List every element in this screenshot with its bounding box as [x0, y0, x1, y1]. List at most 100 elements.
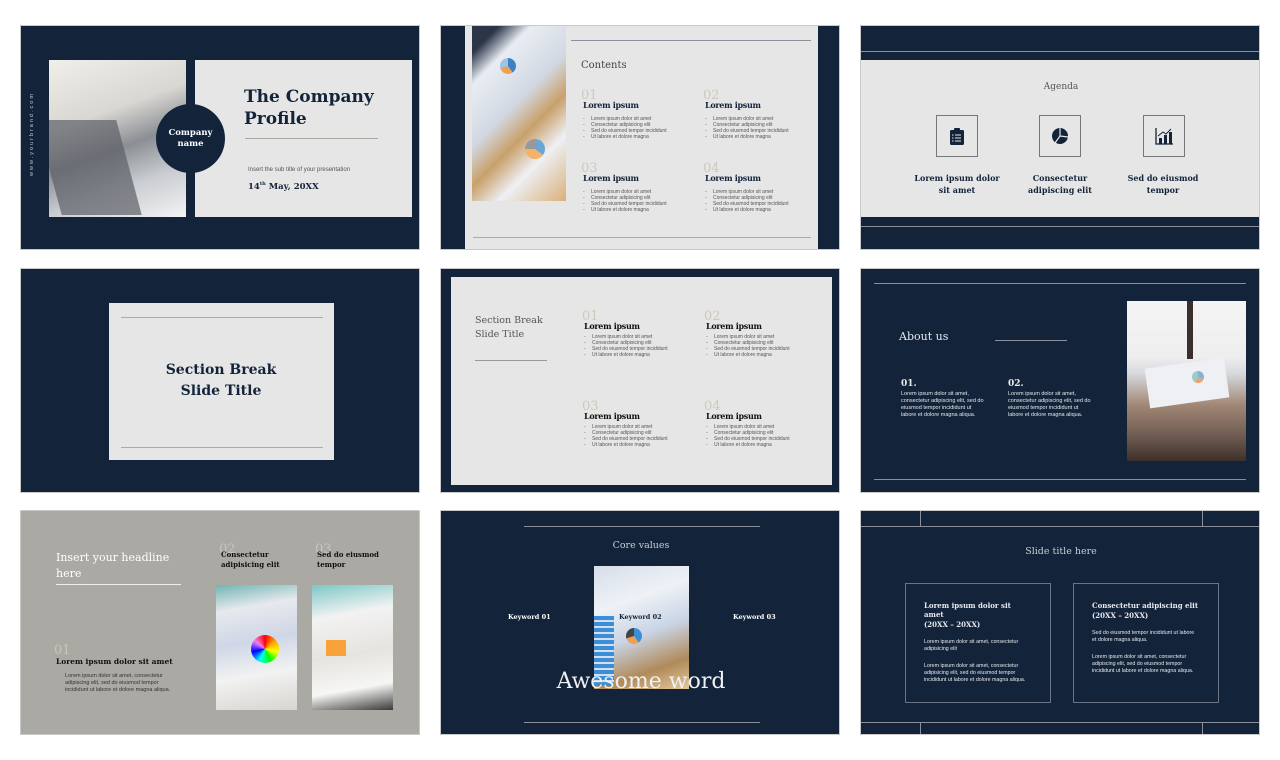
top-divider — [861, 526, 1259, 527]
item-text: Lorem ipsum dolor sit amet, consectetur … — [65, 673, 171, 693]
charts-photo — [472, 26, 566, 201]
contents-section-1: 01Lorem ipsumLorem ipsum dolor sit ametC… — [581, 88, 703, 140]
bottom-divider — [524, 722, 760, 723]
frame-tick — [1202, 511, 1203, 526]
headline-divider — [56, 584, 181, 585]
agenda-icon-box-2 — [1039, 115, 1081, 157]
section-heading: Lorem ipsum — [706, 321, 762, 331]
slide-thumbnail-5[interactable]: Section Break Slide Title 01Lorem ipsumL… — [440, 268, 840, 493]
contents-section-4: 04Lorem ipsumLorem ipsum dolor sit ametC… — [703, 161, 825, 213]
design-photo-2 — [312, 585, 393, 710]
agenda-label-1: Lorem ipsum dolor sit amet — [914, 173, 1000, 195]
bullet-list: Lorem ipsum dolor sit ametConsectetur ad… — [706, 424, 826, 448]
item-2: 02 Consectetur adipisicing elit — [219, 542, 291, 570]
slide-thumbnail-4[interactable]: Section Break Slide Title — [20, 268, 420, 493]
pie-chart-icon — [1052, 128, 1069, 144]
section-heading: Lorem ipsum — [584, 321, 640, 331]
slide-thumbnail-1[interactable]: www.yourbrand.com Company name The Compa… — [20, 25, 420, 250]
point-text: Lorem ipsum dolor sit amet, consectetur … — [1008, 391, 1091, 418]
top-divider — [121, 317, 323, 318]
title-divider — [995, 340, 1067, 341]
box-paragraph: Sed do eiusmod tempor incididunt ut labo… — [1092, 630, 1195, 643]
section-item-2: 02Lorem ipsumLorem ipsum dolor sit ametC… — [704, 309, 826, 358]
box-heading: Consectetur adipiscing elit — [1092, 601, 1199, 610]
bullet-item: Ut labore et dolore magna — [583, 207, 703, 213]
presentation-title: The Company Profile — [244, 87, 374, 129]
bullet-list: Lorem ipsum dolor sit ametConsectetur ad… — [583, 116, 703, 140]
title-divider — [475, 360, 547, 361]
contents-title: Contents — [581, 60, 627, 71]
keyword-3: Keyword 03 — [733, 613, 776, 621]
point-number: 01. — [901, 379, 917, 389]
timeline-box-2: Consectetur adipiscing elit (20XX – 20XX… — [1073, 583, 1219, 703]
section-heading: Lorem ipsum — [583, 173, 639, 183]
section-item-1: 01Lorem ipsumLorem ipsum dolor sit ametC… — [582, 309, 704, 358]
website-text: www.yourbrand.com — [29, 92, 35, 176]
item-heading: Lorem ipsum dolor sit amet — [56, 657, 173, 666]
bullet-item: Ut labore et dolore magna — [584, 352, 704, 358]
frame-tick — [1202, 722, 1203, 734]
about-point-1: 01. Lorem ipsum dolor sit amet, consecte… — [901, 379, 986, 419]
section-break-title: Section Break Slide Title — [475, 315, 543, 340]
bullet-item: Ut labore et dolore magna — [705, 207, 825, 213]
slide-thumbnail-9[interactable]: Slide title here Lorem ipsum dolor sit a… — [860, 510, 1260, 735]
section-heading: Lorem ipsum — [583, 100, 639, 110]
section-break-title: Section Break Slide Title — [165, 362, 277, 399]
section-heading: Lorem ipsum — [706, 411, 762, 421]
section-heading: Lorem ipsum — [584, 411, 640, 421]
bottom-divider — [121, 447, 323, 448]
section-panel — [451, 277, 832, 485]
meeting-photo — [1127, 301, 1246, 461]
keyword-2: Keyword 02 — [619, 613, 662, 621]
about-point-2: 02. Lorem ipsum dolor sit amet, consecte… — [1008, 379, 1093, 419]
slide-thumbnail-6[interactable]: About us 01. Lorem ipsum dolor sit amet,… — [860, 268, 1260, 493]
bullet-list: Lorem ipsum dolor sit ametConsectetur ad… — [705, 116, 825, 140]
bullet-item: Ut labore et dolore magna — [706, 352, 826, 358]
item-3: 03 Sed do eiusmod tempor — [315, 542, 387, 570]
agenda-icon-box-1 — [936, 115, 978, 157]
section-item-3: 03Lorem ipsumLorem ipsum dolor sit ametC… — [582, 399, 704, 448]
box-years: (20XX – 20XX) — [1092, 611, 1149, 620]
top-divider — [861, 51, 1259, 52]
agenda-label-3: Sed do eiusmod tempor — [1127, 173, 1199, 195]
awesome-word: Awesome word — [556, 669, 726, 694]
core-values-title: Core values — [612, 540, 670, 551]
bullet-item: Ut labore et dolore magna — [705, 134, 825, 140]
box-paragraph: Lorem ipsum dolor sit amet, consectetur … — [924, 663, 1026, 683]
item-heading: Consectetur adipisicing elit — [221, 550, 280, 569]
item-1: 01 Lorem ipsum dolor sit amet Lorem ipsu… — [54, 643, 181, 694]
bullet-list: Lorem ipsum dolor sit ametConsectetur ad… — [584, 424, 704, 448]
point-text: Lorem ipsum dolor sit amet, consectetur … — [901, 391, 984, 418]
clipboard-icon — [950, 127, 964, 145]
contents-section-2: 02Lorem ipsumLorem ipsum dolor sit ametC… — [703, 88, 825, 140]
item-number: 01 — [54, 643, 71, 658]
agenda-icon-box-3 — [1143, 115, 1185, 157]
subtitle: Insert the sub title of your presentatio… — [248, 167, 351, 173]
bullet-item: Ut labore et dolore magna — [584, 442, 704, 448]
date-day: 14 — [248, 181, 260, 192]
keyword-1: Keyword 01 — [508, 613, 551, 621]
bottom-divider — [861, 226, 1259, 227]
slide-thumbnail-3[interactable]: Agenda Lorem ipsum dolor sit amet Consec… — [860, 25, 1260, 250]
item-heading: Sed do eiusmod tempor — [317, 550, 379, 569]
box-paragraph: Lorem ipsum dolor sit amet, consectetur … — [924, 639, 1019, 652]
about-title: About us — [899, 330, 949, 343]
section-heading: Lorem ipsum — [705, 173, 761, 183]
headline: Insert your headline here — [56, 551, 170, 580]
point-number: 02. — [1008, 379, 1024, 389]
bullet-item: Ut labore et dolore magna — [706, 442, 826, 448]
top-divider — [571, 40, 811, 41]
bullet-list: Lorem ipsum dolor sit ametConsectetur ad… — [705, 189, 825, 213]
slide-thumbnail-2[interactable]: Contents 01Lorem ipsumLorem ipsum dolor … — [440, 25, 840, 250]
design-photo-1 — [216, 585, 297, 710]
section-heading: Lorem ipsum — [705, 100, 761, 110]
frame-tick — [920, 722, 921, 734]
slide-thumbnail-8[interactable]: Core values Keyword 01 Keyword 02 Keywor… — [440, 510, 840, 735]
date-rest: May, 20XX — [265, 181, 319, 192]
top-divider — [874, 283, 1246, 284]
frame-tick — [920, 511, 921, 526]
agenda-title: Agenda — [1043, 82, 1079, 92]
slide-thumbnail-7[interactable]: Insert your headline here 01 Lorem ipsum… — [20, 510, 420, 735]
box-years: (20XX – 20XX) — [924, 620, 981, 629]
section-item-4: 04Lorem ipsumLorem ipsum dolor sit ametC… — [704, 399, 826, 448]
